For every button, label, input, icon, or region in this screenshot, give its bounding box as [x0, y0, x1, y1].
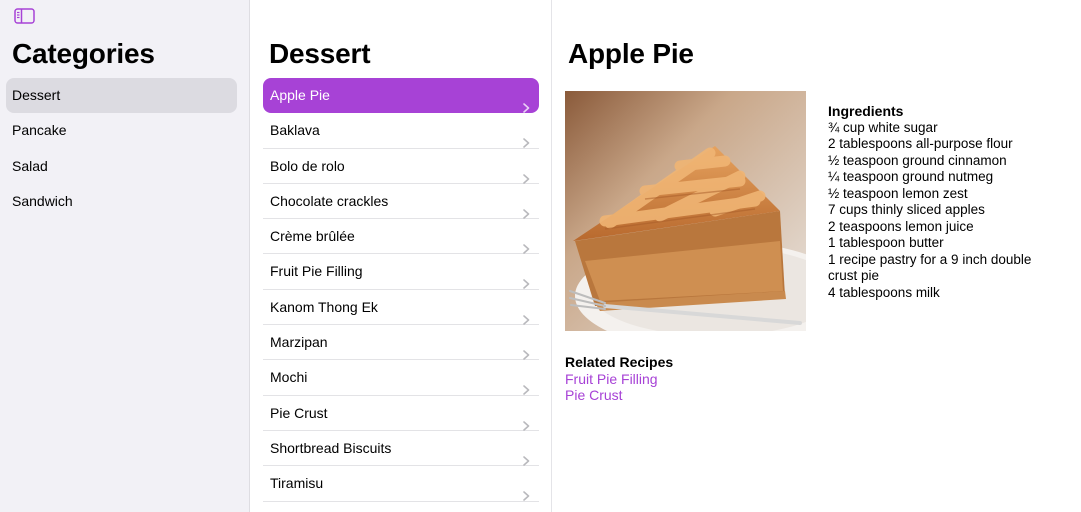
recipe-row[interactable]: Baklava — [263, 113, 539, 149]
sidebar-item-pancake[interactable]: Pancake — [6, 113, 237, 148]
chevron-right-icon — [523, 91, 530, 113]
recipe-row-label: Pie Crust — [270, 404, 328, 421]
recipe-row[interactable]: Bolo de rolo — [263, 149, 539, 184]
chevron-right-icon — [523, 162, 530, 184]
apple-pie-photo — [565, 91, 806, 331]
related-recipes-section: Related Recipes Fruit Pie Filling Pie Cru… — [565, 354, 673, 404]
recipe-row[interactable]: Mochi — [263, 360, 539, 396]
related-recipes-list: Fruit Pie Filling Pie Crust — [565, 371, 673, 404]
ingredient-item: ¼ teaspoon ground nutmeg — [828, 169, 994, 184]
recipe-row[interactable]: Fruit Pie Filling — [263, 254, 539, 290]
recipe-row-label: Apple Pie — [270, 87, 330, 103]
recipe-row-label: Bolo de rolo — [270, 157, 345, 174]
ingredient-item: ¾ cup white sugar — [828, 119, 938, 135]
ingredient-item: 4 tablespoons milk — [828, 284, 940, 300]
recipe-row-label: Tiramisu — [270, 475, 324, 492]
chevron-right-icon — [523, 303, 530, 325]
chevron-right-icon — [523, 444, 530, 466]
recipe-list-title: Dessert — [269, 38, 371, 69]
recipe-title: Apple Pie — [568, 38, 694, 69]
recipe-row-label: Marzipan — [270, 334, 328, 351]
sidebar-item-dessert[interactable]: Dessert — [6, 78, 237, 113]
sidebar-toggle-icon[interactable] — [14, 8, 35, 24]
chevron-right-icon — [523, 373, 530, 396]
category-list: Dessert Pancake Salad Sandwich — [6, 78, 237, 219]
related-recipe-link[interactable]: Fruit Pie Filling — [565, 371, 673, 388]
ingredient-item: 2 tablespoons all-purpose flour — [828, 136, 1013, 151]
related-recipe-link[interactable]: Pie Crust — [565, 387, 673, 404]
ingredient-item: 2 teaspoons lemon juice — [828, 218, 974, 234]
ingredients-list: ¾ cup white sugar 2 tablespoons all-purpo… — [828, 120, 1048, 302]
recipe-row-label: Chocolate crackles — [270, 192, 389, 209]
chevron-right-icon — [523, 126, 530, 149]
recipe-row-label: Baklava — [270, 122, 320, 139]
recipes-app: Categories Dessert Pancake Salad Sandwich D… — [0, 0, 1081, 512]
recipe-row-label: Shortbread Biscuits — [270, 439, 392, 456]
recipe-row[interactable]: Pie Crust — [263, 396, 539, 431]
recipe-list-pane: Dessert Apple Pie Baklava Bolo de rolo Choc… — [250, 0, 552, 512]
recipe-row-label: Mochi — [270, 369, 308, 386]
sidebar-item-sandwich[interactable]: Sandwich — [6, 184, 237, 219]
ingredient-item: 7 cups thinly sliced apples — [828, 202, 985, 217]
recipe-list: Apple Pie Baklava Bolo de rolo Chocolate cr… — [263, 78, 539, 502]
recipe-row[interactable]: Tiramisu — [263, 466, 539, 502]
ingredient-item: 1 recipe pastry for a 9 inch double crus… — [828, 251, 1032, 284]
recipe-row-label: Fruit Pie Filling — [270, 263, 363, 280]
chevron-right-icon — [523, 479, 530, 502]
ingredients-section: Ingredients ¾ cup white sugar 2 tablespoo… — [828, 103, 1048, 301]
recipe-row[interactable]: Apple Pie — [263, 78, 539, 114]
recipe-row[interactable]: Shortbread Biscuits — [263, 431, 539, 467]
sidebar-item-salad[interactable]: Salad — [6, 149, 237, 184]
recipe-row[interactable]: Chocolate crackles — [263, 184, 539, 220]
chevron-right-icon — [523, 267, 530, 290]
recipe-row[interactable]: Crème brûlée — [263, 219, 539, 255]
recipe-row-label: Kanom Thong Ek — [270, 298, 378, 315]
ingredient-item: 1 tablespoon butter — [828, 235, 944, 250]
recipe-detail: Apple Pie Ingredients ¾ cup white sugar … — [552, 0, 1081, 512]
chevron-right-icon — [523, 409, 530, 431]
chevron-right-icon — [523, 197, 530, 219]
recipe-row[interactable]: Marzipan — [263, 325, 539, 361]
chevron-right-icon — [523, 338, 530, 360]
sidebar: Categories Dessert Pancake Salad Sandwich — [0, 0, 250, 512]
recipe-row-label: Crème brûlée — [270, 228, 355, 245]
recipe-row[interactable]: Kanom Thong Ek — [263, 290, 539, 326]
ingredient-item: ½ teaspoon lemon zest — [828, 185, 968, 201]
ingredients-heading: Ingredients — [828, 103, 904, 119]
related-recipes-heading: Related Recipes — [565, 354, 674, 370]
chevron-right-icon — [523, 232, 530, 254]
sidebar-title: Categories — [12, 38, 155, 69]
ingredient-item: ½ teaspoon ground cinnamon — [828, 152, 1007, 168]
